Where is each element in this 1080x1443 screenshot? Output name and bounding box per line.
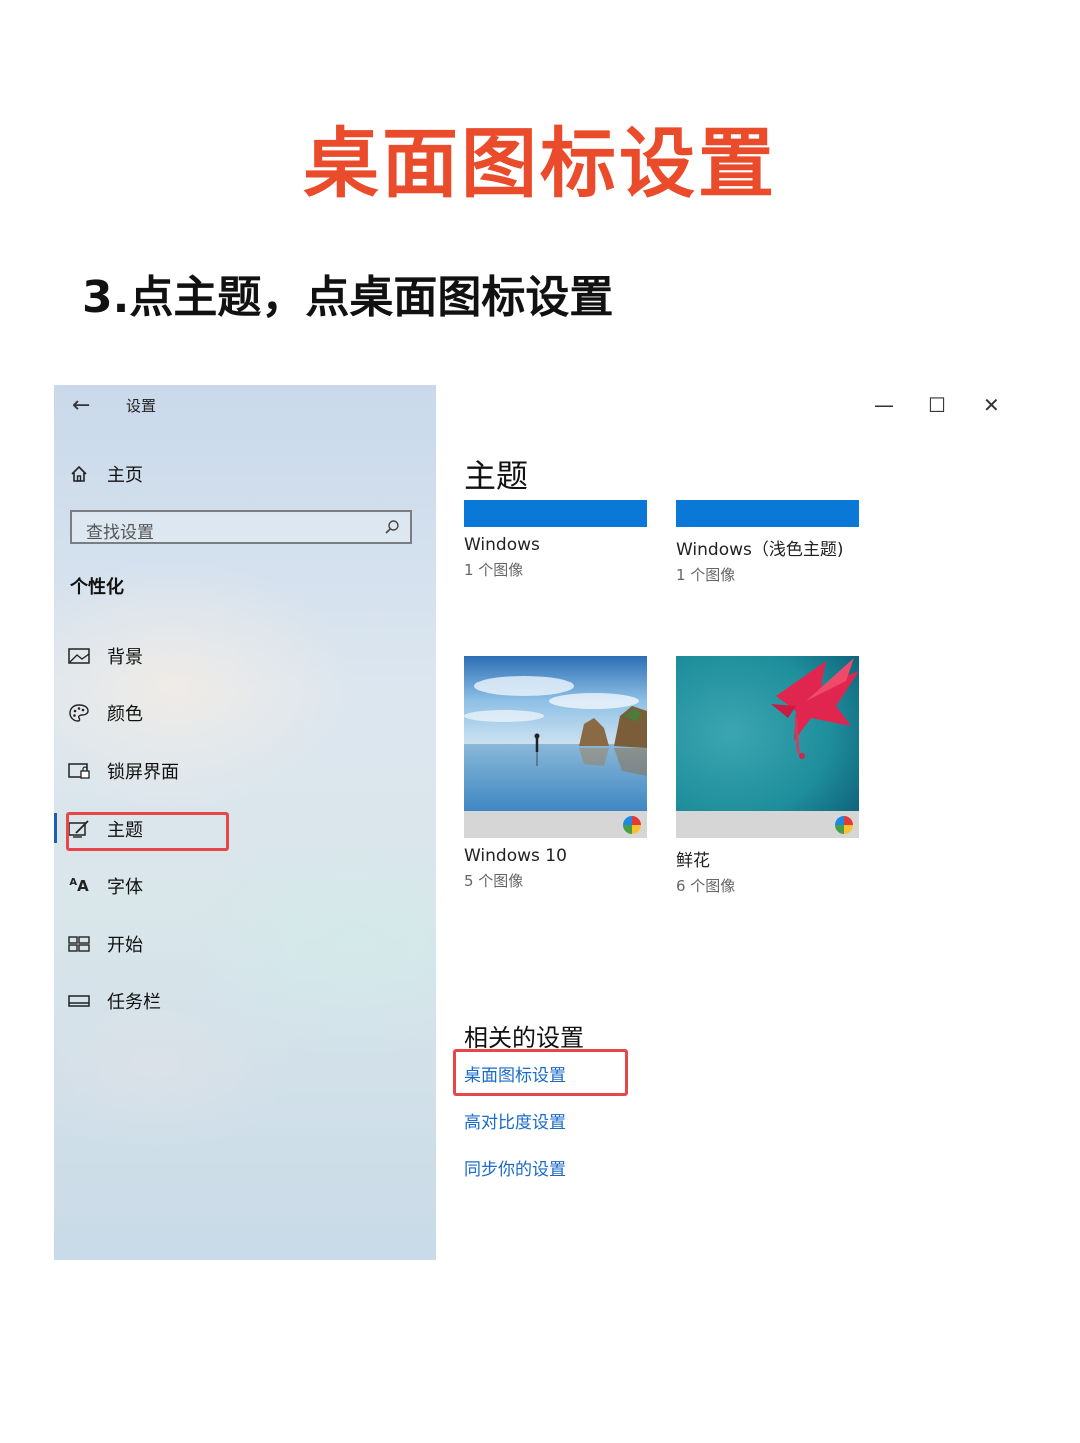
step-title: 3.点主题，点桌面图标设置 (82, 272, 614, 323)
window-title: 设置 (126, 397, 157, 415)
close-button[interactable]: ✕ (983, 393, 1000, 417)
theme-name: Windows（浅色主题) (676, 540, 844, 560)
sidebar-item-lock-screen[interactable]: 锁屏界面 (68, 756, 179, 786)
related-settings-title: 相关的设置 (464, 1024, 584, 1052)
image-icon (68, 647, 90, 665)
sidebar-item-label: 背景 (107, 647, 143, 668)
taskbar-icon (68, 994, 90, 1008)
theme-count: 1 个图像 (676, 566, 736, 584)
search-icon (384, 519, 400, 539)
page-title: 桌面图标设置 (303, 119, 777, 208)
theme-preview-flower (676, 656, 859, 811)
high-contrast-settings-link[interactable]: 高对比度设置 (464, 1108, 566, 1133)
theme-color-strip (676, 811, 859, 838)
settings-window: ← 设置 主页 查找设置 个性化 背景 颜色 锁屏界面 主题 A A 字体 开始… (54, 385, 1024, 1260)
sidebar-item-colors[interactable]: 颜色 (68, 698, 143, 728)
theme-preview-beach (464, 656, 647, 811)
maximize-button[interactable]: ☐ (928, 393, 946, 417)
theme-tile-windows-light[interactable]: Windows（浅色主题) 1 个图像 (676, 500, 859, 585)
theme-tile-flowers[interactable]: 鲜花 6 个图像 (676, 656, 859, 896)
sidebar-item-label: 锁屏界面 (107, 762, 179, 783)
sidebar-item-label: 字体 (107, 877, 143, 898)
color-wheel-icon (835, 816, 853, 834)
minimize-button[interactable]: — (874, 393, 894, 417)
theme-count: 5 个图像 (464, 872, 524, 890)
theme-count: 6 个图像 (676, 877, 736, 895)
lock-screen-icon (68, 762, 90, 780)
sidebar-item-label: 主页 (107, 465, 143, 486)
highlight-box-desktop-icons (453, 1049, 628, 1096)
theme-preview (464, 500, 647, 527)
start-icon (68, 936, 90, 952)
section-label: 个性化 (70, 577, 124, 598)
theme-preview (676, 500, 859, 527)
highlight-box-themes (66, 812, 229, 851)
color-wheel-icon (623, 816, 641, 834)
theme-count: 1 个图像 (464, 561, 524, 579)
sidebar-item-taskbar[interactable]: 任务栏 (68, 986, 161, 1016)
theme-name: 鲜花 (676, 851, 710, 871)
search-placeholder: 查找设置 (86, 523, 154, 543)
sync-settings-link[interactable]: 同步你的设置 (464, 1155, 566, 1180)
theme-name: Windows 10 (464, 846, 567, 866)
sidebar-item-background[interactable]: 背景 (68, 641, 143, 671)
back-arrow-icon[interactable]: ← (72, 393, 90, 418)
sidebar-item-label: 任务栏 (107, 992, 161, 1013)
theme-tile-windows[interactable]: Windows 1 个图像 (464, 500, 647, 580)
theme-name: Windows (464, 535, 540, 555)
sidebar-item-start[interactable]: 开始 (68, 929, 143, 959)
sidebar-item-label: 开始 (107, 935, 143, 956)
palette-icon (68, 703, 90, 723)
sidebar-item-home[interactable]: 主页 (68, 459, 143, 489)
theme-tile-windows10[interactable]: Windows 10 5 个图像 (464, 656, 647, 891)
active-indicator (54, 813, 57, 843)
content-title: 主题 (464, 457, 529, 495)
search-input[interactable]: 查找设置 (70, 510, 412, 544)
theme-color-strip (464, 811, 647, 838)
sidebar-item-fonts[interactable]: AA 字体 (68, 871, 143, 901)
sidebar: ← 设置 主页 查找设置 个性化 背景 颜色 锁屏界面 主题 A A 字体 开始… (54, 385, 436, 1260)
font-icon: AA (69, 877, 89, 895)
home-icon (68, 464, 90, 484)
sidebar-item-label: 颜色 (107, 704, 143, 725)
